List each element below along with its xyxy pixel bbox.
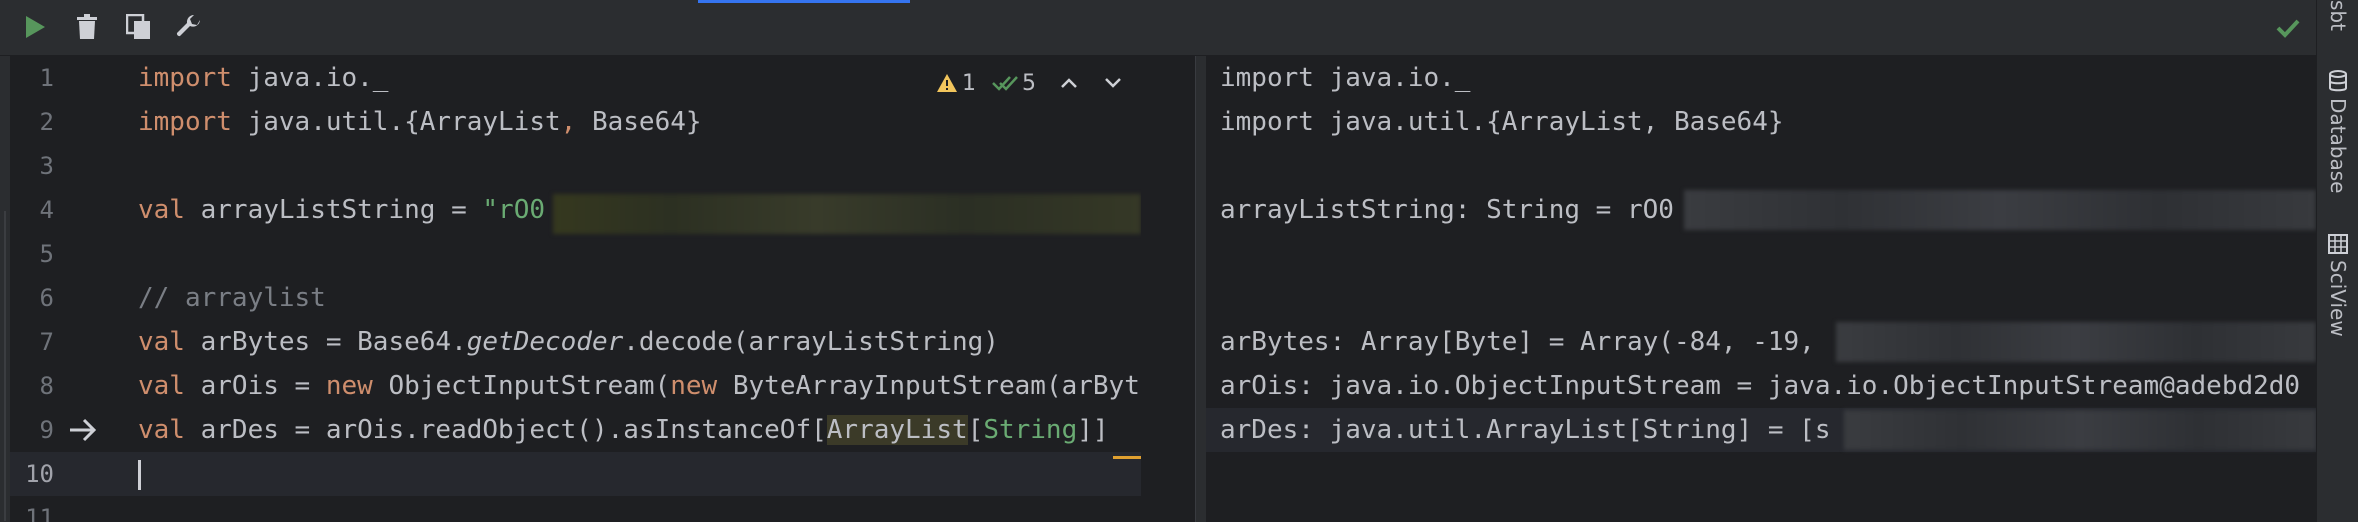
- redacted-region: [1836, 322, 2316, 362]
- code-text: val arBytes = Base64.getDecoder.decode(a…: [138, 327, 999, 357]
- code-text: val arrayListString = "rO0: [138, 195, 546, 225]
- error-stripe-mark[interactable]: [1113, 456, 1141, 459]
- code-text: val arDes = arOis.readObject().asInstanc…: [138, 415, 1109, 445]
- line-number: 3: [39, 152, 54, 180]
- copy-icon: [126, 14, 150, 39]
- tab-database-label: Database: [2326, 98, 2350, 194]
- line-number: 2: [39, 108, 54, 136]
- code-line[interactable]: 9 val arDes = arOis.readObject().asInsta…: [10, 408, 1141, 452]
- output-line: arDes: java.util.ArrayList[String] = [s: [1206, 408, 2316, 452]
- code-line-current[interactable]: 10: [10, 452, 1141, 496]
- text-caret: [138, 460, 141, 490]
- line-number: 11: [25, 504, 54, 522]
- status-button[interactable]: [2272, 12, 2304, 44]
- progress-indicator: [698, 0, 910, 3]
- tab-sbt-label: sbt: [2326, 0, 2350, 31]
- output-line: import java.util.{ArrayList, Base64}: [1220, 107, 1784, 137]
- code-line[interactable]: 5: [10, 232, 1141, 276]
- code-text: val arOis = new ObjectInputStream(new By…: [138, 371, 1141, 401]
- settings-button[interactable]: [172, 10, 206, 44]
- run-icon: [26, 16, 45, 38]
- code-text: import java.io._: [138, 63, 389, 93]
- redacted-region: [553, 194, 1141, 234]
- code-line[interactable]: 6 // arraylist: [10, 276, 1141, 320]
- output-line: arOis: java.io.ObjectInputStream = java.…: [1220, 371, 2301, 401]
- code-line[interactable]: 8 val arOis = new ObjectInputStream(new …: [10, 364, 1141, 408]
- database-icon: [2329, 70, 2347, 92]
- code-text: import java.util.{ArrayList, Base64}: [138, 107, 702, 137]
- output-line: arrayListString: String = rO0: [1206, 188, 2316, 232]
- code-line[interactable]: 2 import java.util.{ArrayList, Base64}: [10, 100, 1141, 144]
- code-comment: // arraylist: [138, 283, 326, 313]
- worksheet-toolbar: [0, 0, 2316, 56]
- tab-sbt[interactable]: sbt: [2318, 0, 2358, 31]
- wrench-icon: [176, 14, 200, 37]
- copy-button[interactable]: [122, 10, 156, 44]
- left-tool-strip: [0, 56, 10, 522]
- line-number: 7: [39, 328, 54, 356]
- sciview-icon: [2328, 234, 2348, 254]
- check-icon: [2276, 19, 2300, 38]
- line-number: 6: [39, 284, 54, 312]
- redacted-region: [1844, 410, 2316, 450]
- output-line: import java.io._: [1220, 63, 1471, 93]
- line-number: 9: [39, 416, 54, 444]
- output-line: arBytes: Array[Byte] = Array(-84, -19,: [1206, 320, 2316, 364]
- redacted-region: [1684, 190, 2316, 230]
- clear-button[interactable]: [70, 10, 104, 44]
- code-line[interactable]: 3: [10, 144, 1141, 188]
- code-line[interactable]: 7 val arBytes = Base64.getDecoder.decode…: [10, 320, 1141, 364]
- tab-database[interactable]: Database: [2318, 70, 2358, 193]
- code-editor[interactable]: 1 5 1 import java.io._ 2 import java.uti…: [10, 56, 1141, 522]
- tab-sciview-label: SciView: [2326, 260, 2350, 337]
- trash-icon: [77, 14, 97, 39]
- line-number: 1: [39, 64, 54, 92]
- line-number: 5: [39, 240, 54, 268]
- editor-scrollbar[interactable]: [1141, 56, 1195, 522]
- execution-arrow-icon: [70, 418, 97, 442]
- code-line[interactable]: 11: [10, 496, 1141, 522]
- worksheet-output: import java.io._ import java.util.{Array…: [1206, 56, 2316, 522]
- split-divider[interactable]: [1195, 56, 1206, 522]
- code-line[interactable]: 1 import java.io._: [10, 56, 1141, 100]
- line-number: 10: [25, 460, 54, 488]
- line-number: 4: [39, 196, 54, 224]
- run-button[interactable]: [18, 10, 52, 44]
- line-number: 8: [39, 372, 54, 400]
- tab-sciview[interactable]: SciView: [2318, 234, 2358, 337]
